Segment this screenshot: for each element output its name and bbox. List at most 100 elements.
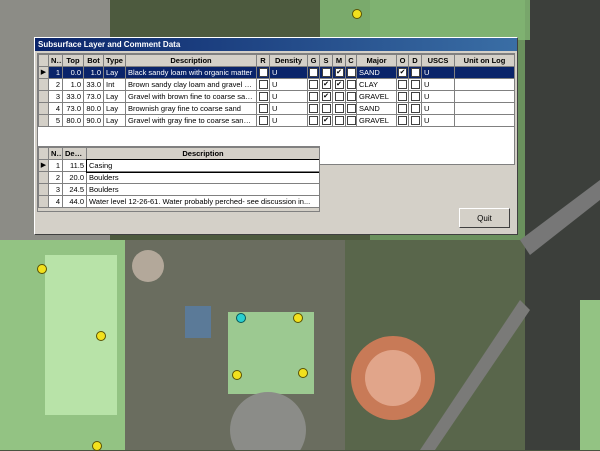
table-row[interactable]: ▶ 1 0.0 1.0 Lay Black sandy loam with organic… [38,66,514,79]
d-cell[interactable] [408,114,422,127]
cell-unit-on-log[interactable] [454,90,514,103]
row-indicator[interactable] [38,114,49,127]
d-cell[interactable] [408,78,422,91]
d-checkbox[interactable] [410,116,420,126]
cell-description[interactable]: Gravel with gray fine to coarse sand ... [125,114,257,127]
s-checkbox[interactable]: ✔ [321,80,331,90]
o-cell[interactable] [396,78,409,91]
r-checkbox[interactable] [258,104,268,114]
col-header-o[interactable]: O [396,54,409,67]
s-checkbox[interactable] [321,104,331,114]
col-header-depth[interactable]: Depth [62,147,87,160]
cell-major[interactable]: GRAVEL [356,114,397,127]
row-pointer-icon[interactable]: ▶ [38,159,49,172]
col-header-s[interactable]: S [319,54,333,67]
row-indicator[interactable] [38,78,49,91]
cell-density[interactable]: U [269,114,308,127]
r-checkbox[interactable] [258,92,268,102]
d-cell[interactable] [408,66,422,79]
cell-major[interactable]: GRAVEL [356,90,397,103]
cell-bot[interactable]: 90.0 [83,114,104,127]
col-header-no[interactable]: No [48,147,63,160]
c-checkbox[interactable] [346,92,356,102]
m-checkbox[interactable] [334,92,344,102]
cell-no[interactable]: 3 [48,90,63,103]
c-checkbox[interactable] [346,116,356,126]
g-checkbox[interactable] [309,80,318,90]
col-header-major[interactable]: Major [356,54,397,67]
cell-uscs[interactable]: U [421,114,455,127]
cell-major[interactable]: SAND [356,66,397,79]
o-checkbox[interactable]: ✔ [398,68,407,78]
table-row[interactable]: 4 73.0 80.0 Lay Brownish gray fine to coarse… [38,102,514,115]
col-header-description[interactable]: Description [125,54,257,67]
cell-density[interactable]: U [269,102,308,115]
d-cell[interactable] [408,90,422,103]
d-checkbox[interactable] [410,92,420,102]
cell-density[interactable]: U [269,78,308,91]
col-header-r[interactable]: R [256,54,270,67]
m-cell[interactable] [332,90,346,103]
o-checkbox[interactable] [398,80,407,90]
cell-type[interactable]: Lay [103,114,126,127]
g-checkbox[interactable] [309,104,318,114]
o-cell[interactable]: ✔ [396,66,409,79]
cell-density[interactable]: U [269,90,308,103]
r-checkbox[interactable] [258,80,268,90]
c-checkbox[interactable] [346,80,356,90]
col-header-no[interactable]: No [48,54,63,67]
map-marker-selected[interactable] [236,313,246,323]
col-header-unit-on-log[interactable]: Unit on Log [454,54,514,67]
s-cell[interactable]: ✔ [319,114,333,127]
comment-grid[interactable]: No Depth Description ▶ 1 11.5 Casing 2 20.0 Bo… [37,146,320,212]
o-cell[interactable] [396,102,409,115]
col-header-density[interactable]: Density [269,54,308,67]
table-row[interactable]: 4 44.0 Water level 12-26-61. Water probabl… [38,195,319,208]
r-cell[interactable] [256,114,270,127]
c-cell[interactable] [345,66,357,79]
m-checkbox[interactable] [334,104,344,114]
r-cell[interactable] [256,102,270,115]
cell-description[interactable]: Brownish gray fine to coarse sand [125,102,257,115]
map-marker[interactable] [298,368,308,378]
d-cell[interactable] [408,102,422,115]
table-row[interactable]: 2 20.0 Boulders [38,171,319,184]
cell-description[interactable]: Black sandy loam with organic matter [125,66,257,79]
table-row[interactable]: 5 80.0 90.0 Lay Gravel with gray fine to coa… [38,114,514,127]
cell-description[interactable]: Gravel with brown fine to coarse san... [125,90,257,103]
row-indicator[interactable] [38,90,49,103]
cell-top[interactable]: 1.0 [62,78,84,91]
s-cell[interactable]: ✔ [319,90,333,103]
o-checkbox[interactable] [398,116,407,126]
col-header-m[interactable]: M [332,54,346,67]
cell-bot[interactable]: 1.0 [83,66,104,79]
cell-uscs[interactable]: U [421,78,455,91]
s-checkbox[interactable] [321,68,331,78]
cell-no[interactable]: 1 [48,66,63,79]
o-cell[interactable] [396,90,409,103]
d-checkbox[interactable] [410,80,420,90]
g-cell[interactable] [307,66,320,79]
cell-bot[interactable]: 33.0 [83,78,104,91]
cell-unit-on-log[interactable] [454,114,514,127]
row-indicator[interactable] [38,102,49,115]
cell-top[interactable]: 73.0 [62,102,84,115]
g-cell[interactable] [307,78,320,91]
o-checkbox[interactable] [398,104,407,114]
map-marker[interactable] [293,313,303,323]
s-cell[interactable]: ✔ [319,78,333,91]
c-cell[interactable] [345,90,357,103]
s-checkbox[interactable]: ✔ [321,116,331,126]
cell-type[interactable]: Lay [103,66,126,79]
d-checkbox[interactable] [410,68,420,78]
map-marker[interactable] [352,9,362,19]
g-checkbox[interactable] [309,116,318,126]
m-checkbox[interactable]: ✔ [334,80,344,90]
cell-depth[interactable]: 11.5 [62,159,87,172]
quit-button[interactable]: Quit [459,208,510,228]
row-indicator[interactable] [38,171,49,184]
cell-bot[interactable]: 80.0 [83,102,104,115]
col-header-c[interactable]: C [345,54,357,67]
c-checkbox[interactable] [346,68,356,78]
cell-top[interactable]: 80.0 [62,114,84,127]
